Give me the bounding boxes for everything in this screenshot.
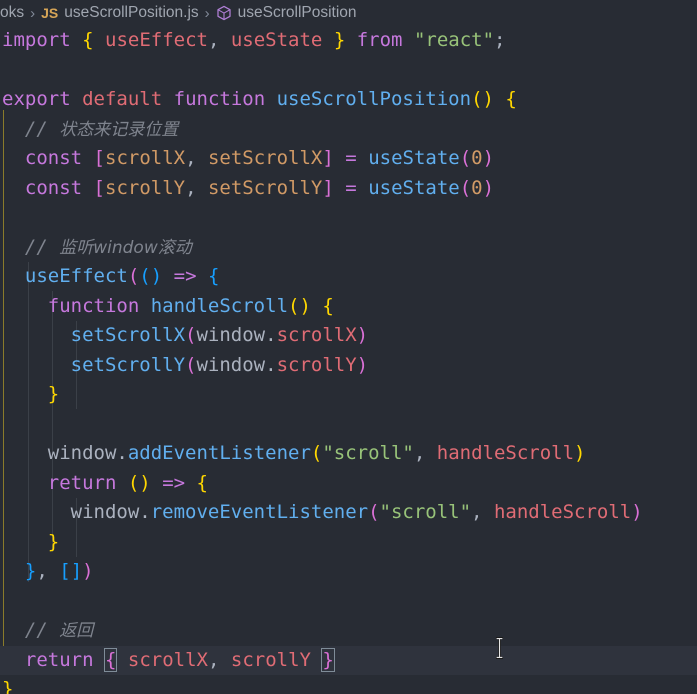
breadcrumb-symbol-label: useScrollPosition: [237, 4, 357, 21]
code-line[interactable]: export default function useScrollPositio…: [0, 85, 697, 115]
code-line[interactable]: return () => {: [0, 469, 697, 499]
breadcrumb-folder-label: oks: [0, 4, 25, 21]
breadcrumb-item-file[interactable]: JS useScrollPosition.js: [41, 4, 199, 22]
code-line[interactable]: window.addEventListener("scroll", handle…: [0, 439, 697, 469]
code-line[interactable]: [0, 587, 697, 617]
breadcrumb-separator-1: ›: [30, 4, 36, 22]
code-line[interactable]: const [scrollX, setScrollX] = useState(0…: [0, 144, 697, 174]
js-file-icon: JS: [41, 5, 59, 21]
text-ibeam-cursor: [494, 636, 505, 660]
code-line-comment[interactable]: // 监听window滚动: [0, 233, 697, 263]
code-line[interactable]: function handleScroll() {: [0, 292, 697, 322]
code-line-comment[interactable]: // 状态来记录位置: [0, 115, 697, 145]
code-line[interactable]: [0, 203, 697, 233]
bracket-match-open: {: [103, 647, 118, 672]
code-line[interactable]: [0, 410, 697, 440]
code-line-current[interactable]: return { scrollX, scrollY }: [0, 645, 697, 675]
code-line[interactable]: window.removeEventListener("scroll", han…: [0, 498, 697, 528]
code-line[interactable]: const [scrollY, setScrollY] = useState(0…: [0, 174, 697, 204]
code-line[interactable]: setScrollX(window.scrollX): [0, 321, 697, 351]
code-line[interactable]: }: [0, 380, 697, 410]
editor-window: oks › JS useScrollPosition.js › useScrol…: [0, 0, 697, 694]
symbol-cube-icon: [216, 5, 232, 21]
code-line-comment[interactable]: // 返回: [0, 616, 697, 646]
breadcrumb-item-folder[interactable]: oks: [0, 4, 24, 22]
breadcrumb-file-label: useScrollPosition.js: [64, 4, 199, 21]
breadcrumb-item-symbol[interactable]: useScrollPosition: [216, 4, 357, 22]
code-line[interactable]: }: [0, 675, 697, 694]
code-line[interactable]: [0, 56, 697, 86]
code-line[interactable]: }, []): [0, 557, 697, 587]
breadcrumb[interactable]: oks › JS useScrollPosition.js › useScrol…: [0, 0, 697, 26]
code-line[interactable]: useEffect(() => {: [0, 262, 697, 292]
code-line[interactable]: setScrollY(window.scrollY): [0, 351, 697, 381]
breadcrumb-separator-2: ›: [204, 4, 210, 22]
code-line[interactable]: import { useEffect, useState } from "rea…: [0, 26, 697, 56]
code-line[interactable]: }: [0, 528, 697, 558]
code-editor-content[interactable]: import { useEffect, useState } from "rea…: [0, 26, 697, 694]
bracket-match-close: }: [321, 647, 335, 672]
